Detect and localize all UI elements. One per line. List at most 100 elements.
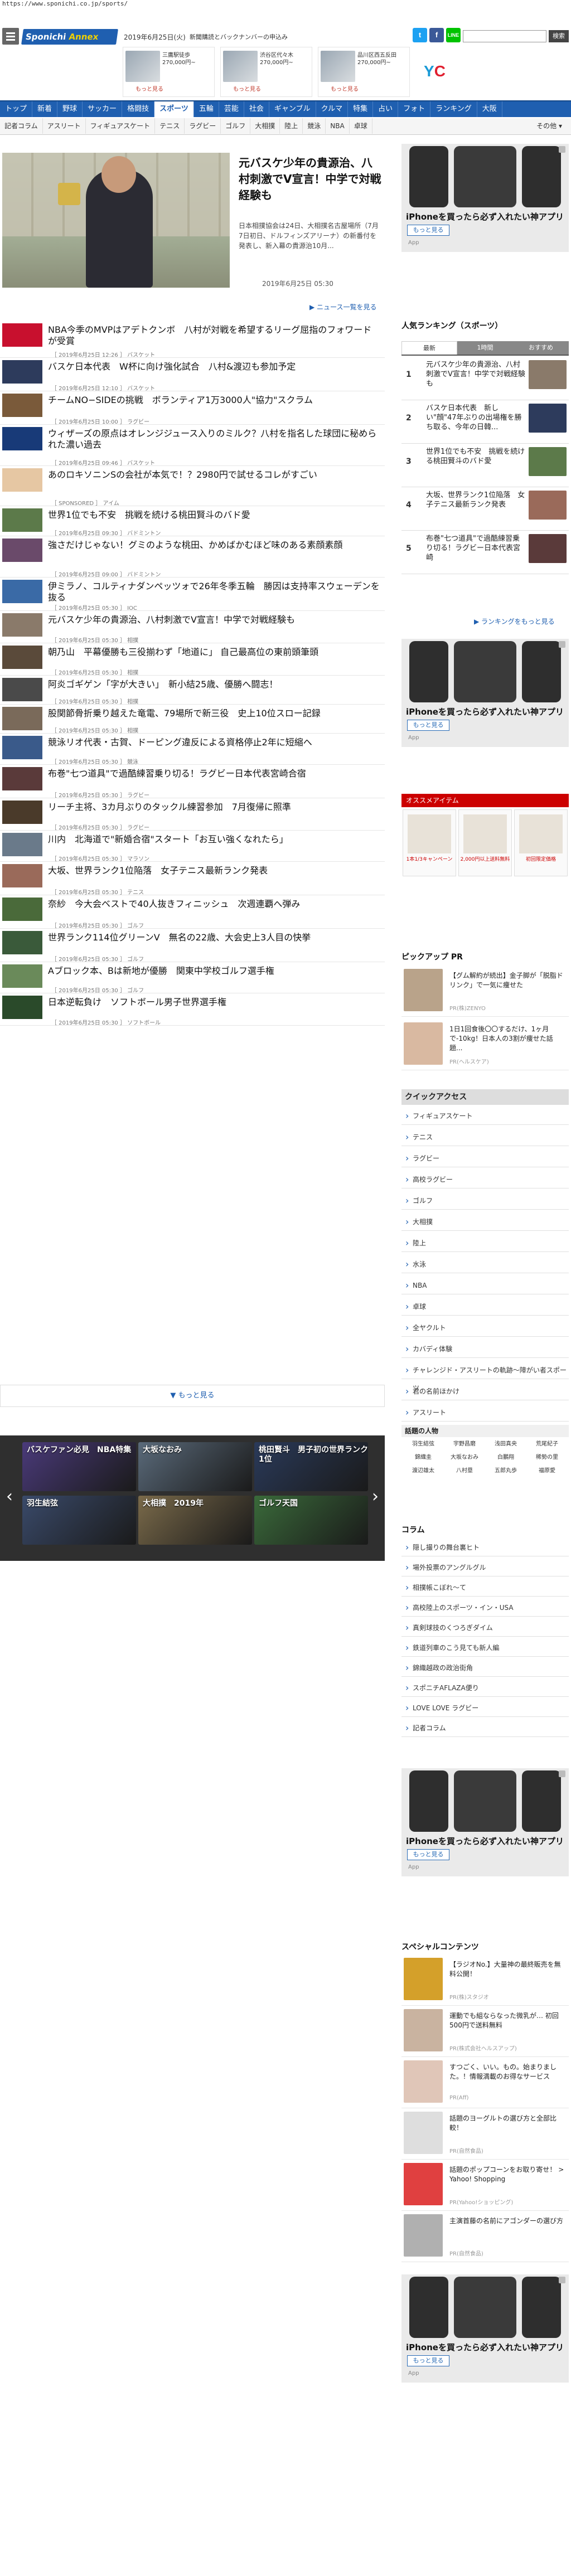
- tab-hour[interactable]: 1時間: [457, 341, 513, 355]
- news-thumbnail[interactable]: [2, 833, 42, 856]
- app-ad[interactable]: iPhoneを買ったら必ず入れたい神アプリ もっと見る App: [401, 144, 569, 252]
- news-item[interactable]: 元バスケ少年の貴源治、八村刺激でV宣言！中学で対戦経験も ［ 2019年6月25日…: [0, 611, 385, 644]
- quick-link[interactable]: テニス: [401, 1128, 569, 1146]
- subnav-item[interactable]: ゴルフ: [221, 118, 251, 134]
- ad-more-button[interactable]: もっと見る: [407, 1849, 449, 1860]
- quick-link[interactable]: カバディ体験: [401, 1340, 569, 1358]
- app-ad[interactable]: iPhoneを買ったら必ず入れたい神アプリ もっと見る App: [401, 2274, 569, 2383]
- news-thumbnail[interactable]: [2, 539, 42, 562]
- quick-link[interactable]: NBA: [401, 1277, 569, 1294]
- app-ad[interactable]: iPhoneを買ったら必ず入れたい神アプリ もっと見る App: [401, 639, 569, 747]
- quick-link[interactable]: ラグビー: [401, 1149, 569, 1167]
- site-logo[interactable]: Sponichi Annex: [21, 29, 118, 45]
- search-input[interactable]: [463, 30, 546, 42]
- news-item[interactable]: 日本逆転負け ソフトボール男子世界選手権 ［ 2019年6月25日 05:30 ］…: [0, 993, 385, 1026]
- recommended-item[interactable]: 初回限定価格: [514, 809, 568, 876]
- quick-link[interactable]: 水泳: [401, 1255, 569, 1273]
- nav-item[interactable]: 社会: [244, 101, 269, 117]
- person-link[interactable]: 八村塁: [444, 1465, 485, 1477]
- person-link[interactable]: 荒尾紀子: [526, 1438, 568, 1450]
- news-title[interactable]: 競泳リオ代表・古賀、ドーピング違反による資格停止2年に短縮へ: [48, 737, 380, 748]
- quick-link[interactable]: 全ヤクルト: [401, 1319, 569, 1337]
- news-thumbnail[interactable]: [2, 468, 42, 492]
- column-link[interactable]: 相撲帳こぼれ～て: [401, 1579, 569, 1597]
- news-item[interactable]: 競泳リオ代表・古賀、ドーピング違反による資格停止2年に短縮へ ［ 2019年6月2…: [0, 734, 385, 765]
- hero-article[interactable]: 元バスケ少年の貴源治、八村刺激でV宣言！中学で対戦経験も 日本相撲協会は24日、…: [0, 153, 385, 294]
- quick-link[interactable]: チャレンジド・アスリートの軌跡～障がい者スポーツ: [401, 1361, 569, 1392]
- subnav-item[interactable]: テニス: [155, 118, 185, 134]
- column-link[interactable]: 記者コラム: [401, 1719, 569, 1737]
- news-title[interactable]: バスケ日本代表 W杯に向け強化試合 八村&渡辺も参加予定: [48, 361, 380, 372]
- news-thumbnail[interactable]: [2, 613, 42, 637]
- subnav-item[interactable]: 記者コラム: [0, 118, 43, 134]
- ranking-item[interactable]: 4 大坂、世界ランク1位陥落 女子テニス最新ランク発表: [401, 487, 569, 531]
- news-title[interactable]: 川内 北海道で"新婚合宿"スタート「お互い強くなれたら」: [48, 834, 380, 845]
- ranking-item[interactable]: 3 世界1位でも不安 挑戦を続ける桃田賢斗のバド愛: [401, 444, 569, 487]
- hero-title[interactable]: 元バスケ少年の貴源治、八村刺激でV宣言！中学で対戦経験も: [239, 155, 381, 203]
- news-title[interactable]: 奈紗 今大会ベストで40人抜きフィニッシュ 次週連覇へ弾み: [48, 899, 380, 910]
- news-title[interactable]: 強さだけじゃない！グミのような桃田、かめばかむほど味のある素顔素顔: [48, 540, 380, 551]
- nav-item[interactable]: フォト: [398, 101, 431, 117]
- hero-photo[interactable]: [2, 153, 230, 288]
- news-title[interactable]: NBA今季のMVPはアデトクンボ 八村が対戦を希望するリーグ屈指のフォワードが受…: [48, 324, 380, 347]
- nav-item[interactable]: 特集: [348, 101, 374, 117]
- news-thumbnail[interactable]: [2, 646, 42, 669]
- quick-link[interactable]: 君の名前ほかけ: [401, 1382, 569, 1400]
- nav-item[interactable]: 野球: [57, 101, 83, 117]
- ranking-item[interactable]: 2 バスケ日本代表 新しい"顔"47年ぶりの出場権を勝ち取る、今年の日韓...: [401, 400, 569, 444]
- ranking-item[interactable]: 1 元バスケ少年の貴源治、八村刺激でV宣言！中学で対戦経験も: [401, 357, 569, 400]
- news-thumbnail[interactable]: [2, 360, 42, 384]
- quick-link[interactable]: フィギュアスケート: [401, 1107, 569, 1125]
- nav-item[interactable]: トップ: [0, 101, 33, 117]
- ad-more-button[interactable]: もっと見る: [407, 2355, 449, 2366]
- special-item[interactable]: 運動でも組ならなった微乳が… 初回500円で送料無料 PR(株式会社ヘルスアップ): [401, 2006, 569, 2057]
- column-link[interactable]: スポニチAFLAZA便り: [401, 1679, 569, 1697]
- property-ad[interactable]: 渋谷区代々木 270,000円~ もっと見る: [220, 47, 312, 97]
- carousel-item[interactable]: 大相撲 2019年: [138, 1496, 252, 1545]
- recommended-item[interactable]: 2,000円以上送料無料: [458, 809, 512, 876]
- news-title[interactable]: ウィザーズの原点はオレンジジュース入りのミルク？八村を指名した球団に秘められた濃…: [48, 428, 380, 450]
- news-title[interactable]: 朝乃山 平幕優勝も三役揃わず「地道に」 自己最高位の東前頭筆頭: [48, 647, 380, 658]
- person-link[interactable]: 白鵬翔: [485, 1452, 526, 1464]
- column-link[interactable]: 錦織越政の政治街角: [401, 1659, 569, 1677]
- sponsor-logo[interactable]: YC: [424, 62, 455, 87]
- search-button[interactable]: 検索: [549, 30, 569, 42]
- news-thumbnail[interactable]: [2, 707, 42, 730]
- quick-link[interactable]: ゴルフ: [401, 1192, 569, 1210]
- subscription-link[interactable]: 新聞購読とバックナンバーの申込み: [190, 33, 288, 41]
- quick-link[interactable]: 大相撲: [401, 1213, 569, 1231]
- address-bar[interactable]: https://www.sponichi.co.jp/sports/: [0, 0, 571, 8]
- subnav-item[interactable]: 卓球: [350, 118, 372, 134]
- twitter-icon[interactable]: t: [413, 28, 427, 42]
- news-title[interactable]: 世界1位でも不安 挑戦を続ける桃田賢斗のバド愛: [48, 510, 380, 521]
- news-item[interactable]: Aブロック本、Bは新地が優勝 関東中学校ゴルフ選手権 ［ 2019年6月25日 0…: [0, 962, 385, 994]
- chevron-right-icon[interactable]: ›: [368, 1486, 383, 1508]
- news-title[interactable]: 布巻"七つ道具"で過酷練習乗り切る！ラグビー日本代表宮崎合宿: [48, 768, 380, 779]
- news-thumbnail[interactable]: [2, 964, 42, 988]
- ranking-item[interactable]: 5 布巻"七つ道具"で過酷練習乗り切る！ラグビー日本代表宮崎: [401, 531, 569, 574]
- news-title[interactable]: Aブロック本、Bは新地が優勝 関東中学校ゴルフ選手権: [48, 966, 380, 977]
- subnav-item[interactable]: NBA: [326, 118, 350, 134]
- menu-icon[interactable]: [2, 28, 19, 45]
- news-thumbnail[interactable]: [2, 801, 42, 824]
- subnav-more[interactable]: その他 ▾: [532, 118, 567, 134]
- news-thumbnail[interactable]: [2, 394, 42, 417]
- recommended-item[interactable]: 1本1/3キャンペーン: [403, 809, 456, 876]
- news-thumbnail[interactable]: [2, 996, 42, 1019]
- subnav-item[interactable]: アスリート: [43, 118, 86, 134]
- news-title[interactable]: 大坂、世界ランク1位陥落 女子テニス最新ランク発表: [48, 865, 380, 876]
- column-link[interactable]: 高校陸上のスポーツ・イン・USA: [401, 1599, 569, 1617]
- nav-item[interactable]: サッカー: [83, 101, 123, 117]
- news-title[interactable]: リーチ主将、3カ月ぶりのタックル練習参加 7月復帰に照準: [48, 802, 380, 813]
- nav-item[interactable]: 五輪: [194, 101, 219, 117]
- news-title[interactable]: 伊ミラノ、コルティナダンペッツォで26年冬季五輪 勝因は支持率スウェーデンを抜る: [48, 581, 380, 603]
- news-list-link[interactable]: ▶ ニュース一覧を見る: [309, 302, 376, 312]
- news-thumbnail[interactable]: [2, 678, 42, 701]
- nav-item[interactable]: クルマ: [316, 101, 349, 117]
- news-title[interactable]: チームNO−SIDEの挑戦 ボランティア1万3000人"協力"スクラム: [48, 395, 380, 406]
- news-title[interactable]: 世界ランク114位グリーンV 無名の22歳、大会史上3人目の快挙: [48, 932, 380, 943]
- column-link[interactable]: 隠し撮りの舞台裏ヒト: [401, 1539, 569, 1556]
- news-item[interactable]: 世界ランク114位グリーンV 無名の22歳、大会史上3人目の快挙 ［ 2019年6…: [0, 929, 385, 963]
- nav-item[interactable]: ギャンブル: [269, 101, 316, 117]
- news-item[interactable]: NBA今季のMVPはアデトクンボ 八村が対戦を希望するリーグ屈指のフォワードが受…: [0, 321, 385, 358]
